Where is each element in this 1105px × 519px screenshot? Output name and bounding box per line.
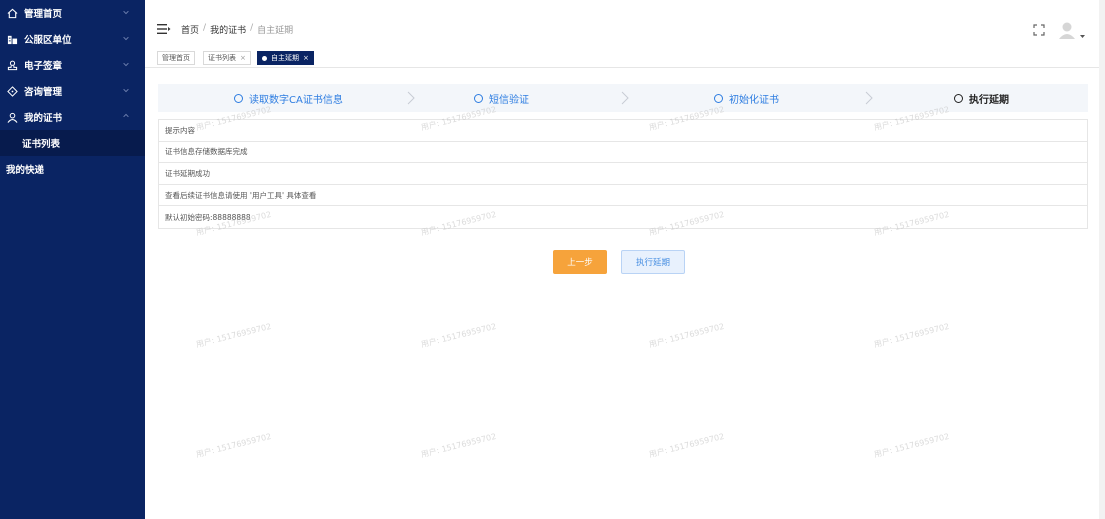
consult-icon (6, 85, 18, 97)
step-execute-extension: 执行延期 (954, 84, 1009, 112)
tab-label: 自主延期 (271, 54, 299, 62)
breadcrumb-home[interactable]: 首页 (181, 23, 199, 36)
info-row: 证书信息存储数据库完成 (159, 142, 1087, 164)
fullscreen-icon[interactable] (1033, 24, 1045, 36)
sidebar-item-label: 咨询管理 (24, 87, 63, 98)
breadcrumb-my-certificates[interactable]: 我的证书 (210, 23, 246, 36)
tab-admin-home[interactable]: 管理首页 (157, 51, 195, 65)
info-row: 证书延期成功 (159, 163, 1087, 185)
sidebar-subitem-certificate-list[interactable]: 证书列表 (0, 130, 145, 156)
watermark: 用户: 15176959702 (195, 321, 273, 350)
watermark: 用户: 15176959702 (648, 431, 726, 460)
tabs-bar: 管理首页 证书列表 × 自主延期 × (145, 46, 1105, 68)
watermark: 用户: 15176959702 (420, 431, 498, 460)
step-init-cert: 初始化证书 (714, 84, 779, 112)
step-label: 读取数字CA证书信息 (249, 94, 343, 106)
chevron-down-icon (122, 86, 132, 96)
step-sms-verify: 短信验证 (474, 84, 529, 112)
tab-label: 证书列表 (208, 54, 236, 62)
sidebar-item-label: 我的证书 (24, 113, 63, 124)
execute-extension-button[interactable]: 执行延期 (621, 250, 685, 274)
active-dot-icon (262, 55, 267, 61)
prev-step-button[interactable]: 上一步 (553, 250, 607, 274)
step-arrow-icon (407, 91, 415, 105)
sidebar-item-label: 管理首页 (24, 9, 63, 20)
tab-certificate-list[interactable]: 证书列表 × (203, 51, 251, 65)
breadcrumb-separator: / (203, 23, 207, 33)
info-row-header: 提示内容 (159, 120, 1087, 142)
watermark: 用户: 15176959702 (873, 321, 951, 350)
step-circle-icon (474, 93, 483, 103)
top-header: 首页 / 我的证书 / 自主延期 (145, 0, 1105, 46)
chevron-down-icon (122, 34, 132, 44)
steps-bar: 读取数字CA证书信息 短信验证 初始化证书 执行延期 (158, 84, 1088, 112)
building-icon (6, 33, 18, 45)
step-circle-icon (234, 93, 243, 103)
home-icon (6, 7, 18, 19)
close-icon[interactable]: × (240, 54, 246, 62)
info-table: 提示内容 证书信息存储数据库完成 证书延期成功 查看后续证书信息请使用 '用户工… (158, 119, 1088, 229)
watermark: 用户: 15176959702 (873, 431, 951, 460)
tab-label: 管理首页 (162, 54, 190, 62)
chevron-up-icon (122, 112, 132, 122)
tab-self-extension[interactable]: 自主延期 × (257, 51, 314, 65)
sidebar-item-e-signature[interactable]: 电子签章 (0, 52, 145, 78)
sidebar-item-my-express[interactable]: 我的快递 (0, 156, 145, 182)
chevron-down-icon (122, 8, 132, 18)
step-circle-icon (714, 93, 723, 103)
user-icon (6, 111, 18, 123)
sidebar-item-consult[interactable]: 咨询管理 (0, 78, 145, 104)
sidebar-item-public-units[interactable]: 公服区单位 (0, 26, 145, 52)
page-scrollbar[interactable] (1099, 0, 1105, 519)
watermark: 用户: 15176959702 (420, 321, 498, 350)
step-read-ca: 读取数字CA证书信息 (234, 84, 343, 112)
step-arrow-icon (621, 91, 629, 105)
sidebar-item-label: 公服区单位 (24, 35, 72, 46)
step-arrow-icon (865, 91, 873, 105)
breadcrumb-separator: / (250, 23, 254, 33)
info-row: 查看后续证书信息请使用 '用户工具' 具体查看 (159, 185, 1087, 207)
watermark: 用户: 15176959702 (648, 321, 726, 350)
watermark: 用户: 15176959702 (195, 431, 273, 460)
sidebar-item-my-certificates[interactable]: 我的证书 (0, 104, 145, 130)
step-label: 执行延期 (969, 94, 1009, 106)
breadcrumb: 首页 / 我的证书 / 自主延期 (181, 23, 293, 36)
sidebar-item-home[interactable]: 管理首页 (0, 0, 145, 26)
info-row: 默认初始密码:88888888 (165, 212, 251, 222)
sidebar: 管理首页 公服区单位 电子签章 咨询管理 我的证书 证书列表 我的快递 (0, 0, 145, 519)
sidebar-item-label: 电子签章 (24, 61, 63, 72)
step-circle-icon (954, 93, 963, 103)
step-label: 短信验证 (489, 94, 529, 106)
chevron-down-icon (122, 60, 132, 70)
caret-down-icon[interactable] (1080, 32, 1085, 38)
step-label: 初始化证书 (729, 94, 779, 106)
menu-toggle-icon[interactable] (157, 23, 171, 35)
close-icon[interactable]: × (303, 54, 309, 62)
avatar[interactable] (1057, 20, 1077, 40)
breadcrumb-current: 自主延期 (257, 26, 294, 36)
stamp-icon (6, 59, 18, 71)
